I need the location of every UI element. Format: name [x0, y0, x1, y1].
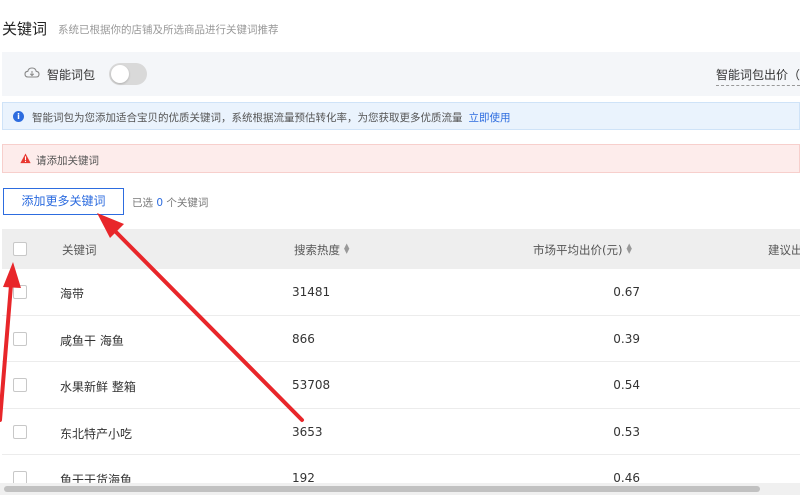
search-heat-cell: 3653 — [292, 424, 323, 439]
column-avg-price-label: 市场平均出价(元) — [533, 243, 623, 257]
avg-price-cell: 0.67 — [613, 285, 640, 299]
smart-package-bar: 智能词包 智能词包出价（ — [2, 52, 800, 96]
section-title: 关键词 — [2, 20, 48, 38]
select-all-checkbox[interactable] — [13, 242, 27, 256]
table-row[interactable]: 咸鱼干 海鱼 866 0.39 — [2, 316, 800, 362]
column-keyword: 关键词 — [62, 243, 97, 257]
info-text: 智能词包为您添加适合宝贝的优质关键词，系统根据流量预估转化率，为您获取更多优质流… — [32, 110, 511, 125]
column-search-heat[interactable]: 搜索热度 ▲ ▼ — [294, 242, 349, 258]
warning-banner: 请添加关键词 — [2, 144, 800, 173]
selected-suffix: 个关键词 — [166, 197, 209, 209]
horizontal-scrollbar[interactable] — [0, 483, 800, 495]
row-checkbox[interactable] — [13, 331, 27, 346]
selected-count: 0 — [156, 197, 164, 209]
smart-package-toggle[interactable] — [109, 63, 147, 85]
search-heat-cell: 53708 — [292, 378, 331, 392]
column-avg-price[interactable]: 市场平均出价(元) ▲ ▼ — [533, 242, 632, 258]
use-now-link[interactable]: 立即使用 — [469, 112, 511, 124]
warning-icon — [20, 153, 31, 164]
section-subtitle: 系统已根据你的店铺及所选商品进行关键词推荐 — [58, 24, 279, 36]
smart-package-label: 智能词包 — [47, 68, 96, 82]
row-checkbox[interactable] — [13, 424, 27, 439]
keyword-table: 关键词 搜索热度 ▲ ▼ 市场平均出价(元) ▲ ▼ 建议出 海带 31481 0.67… — [2, 229, 800, 500]
header: 关键词 系统已根据你的店铺及所选商品进行关键词推荐 — [0, 0, 800, 52]
keyword-cell: 东北特产小吃 — [60, 426, 133, 441]
avg-price-cell: 0.54 — [613, 378, 640, 392]
scrollbar-thumb[interactable] — [4, 486, 760, 492]
sort-icon[interactable]: ▲ ▼ — [626, 243, 631, 255]
column-search-heat-label: 搜索热度 — [294, 243, 340, 257]
smart-package-bid-link[interactable]: 智能词包出价（ — [716, 66, 800, 86]
column-suggested-bid: 建议出 — [768, 243, 800, 257]
row-checkbox[interactable] — [13, 378, 27, 392]
table-row[interactable]: 东北特产小吃 3653 0.53 — [2, 409, 800, 455]
info-icon: i — [13, 111, 24, 122]
keyword-cell: 咸鱼干 海鱼 — [60, 333, 124, 348]
selected-prefix: 已选 — [132, 197, 153, 209]
info-message: 智能词包为您添加适合宝贝的优质关键词，系统根据流量预估转化率，为您获取更多优质流… — [32, 112, 463, 124]
table-header: 关键词 搜索热度 ▲ ▼ 市场平均出价(元) ▲ ▼ 建议出 — [2, 229, 800, 269]
row-checkbox[interactable] — [13, 285, 27, 299]
search-heat-cell: 866 — [292, 331, 315, 346]
cloud-icon — [24, 67, 40, 78]
info-banner: i 智能词包为您添加适合宝贝的优质关键词，系统根据流量预估转化率，为您获取更多优… — [2, 102, 800, 130]
sort-icon[interactable]: ▲ ▼ — [344, 243, 349, 255]
table-row[interactable]: 海带 31481 0.67 — [2, 269, 800, 316]
selected-count-label: 已选 0 个关键词 — [132, 195, 208, 210]
table-row[interactable]: 水果新鲜 整箱 53708 0.54 — [2, 362, 800, 409]
keyword-cell: 海带 — [60, 287, 85, 301]
keyword-cell: 水果新鲜 整箱 — [60, 380, 136, 394]
add-more-keywords-button[interactable]: 添加更多关键词 — [3, 188, 124, 215]
toggle-knob — [111, 65, 129, 83]
avg-price-cell: 0.53 — [613, 424, 640, 439]
warning-text: 请添加关键词 — [36, 155, 99, 167]
avg-price-cell: 0.39 — [613, 331, 640, 346]
search-heat-cell: 31481 — [292, 285, 331, 299]
keyword-settings-page: 关键词 系统已根据你的店铺及所选商品进行关键词推荐 智能词包 智能词包出价（ i… — [0, 0, 800, 500]
